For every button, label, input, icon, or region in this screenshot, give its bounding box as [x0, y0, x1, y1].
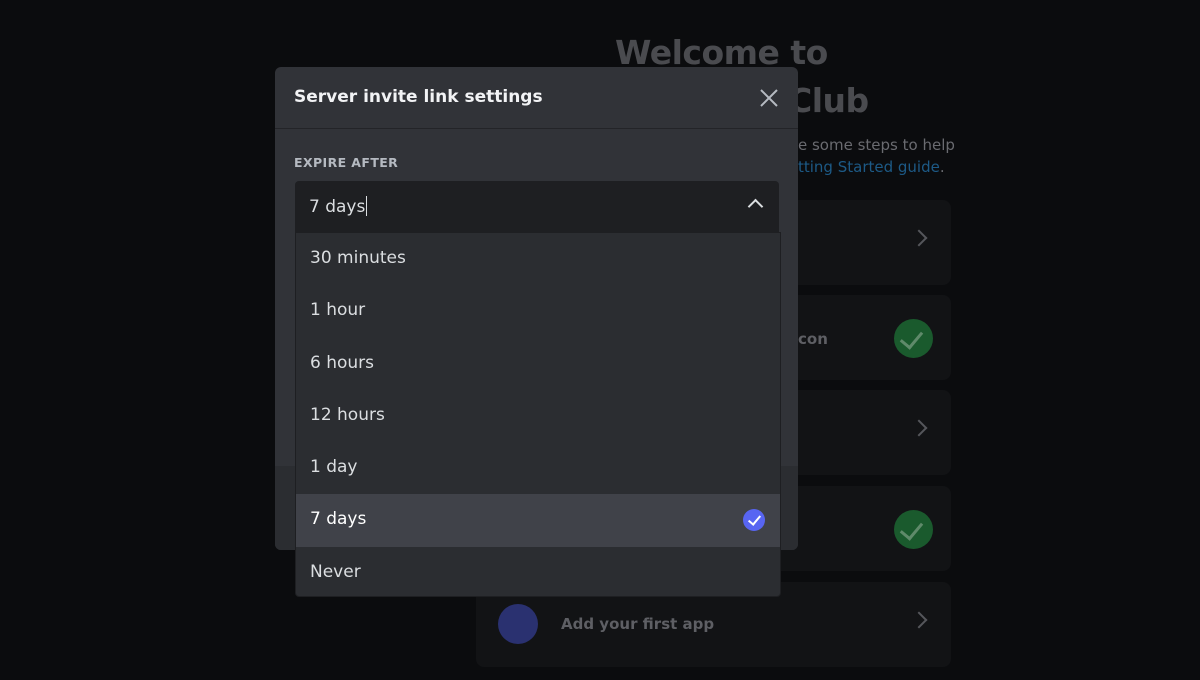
option-1-day[interactable]: 1 day — [296, 442, 780, 494]
welcome-title-server: Club — [788, 81, 869, 120]
expire-after-options: 30 minutes 1 hour 6 hours 12 hours 1 day… — [295, 232, 781, 597]
chevron-right-icon — [910, 611, 928, 629]
modal-header: Server invite link settings — [275, 67, 798, 129]
modal-title: Server invite link settings — [294, 87, 543, 107]
text-caret — [366, 196, 368, 216]
option-7-days[interactable]: 7 days — [296, 494, 780, 547]
getting-started-link[interactable]: tting Started guide — [798, 158, 940, 176]
option-1-hour[interactable]: 1 hour — [296, 285, 780, 337]
expire-after-label: EXPIRE AFTER — [294, 155, 399, 170]
expire-after-select[interactable]: 7 days — [295, 181, 779, 232]
app-icon — [498, 604, 538, 644]
option-30-minutes[interactable]: 30 minutes — [296, 233, 780, 285]
expire-after-value[interactable]: 7 days — [309, 197, 365, 217]
chevron-right-icon — [910, 419, 928, 437]
selected-check-icon — [743, 509, 765, 532]
check-circle-icon — [894, 319, 933, 358]
close-icon[interactable] — [758, 87, 780, 109]
check-circle-icon — [894, 510, 933, 549]
option-6-hours[interactable]: 6 hours — [296, 338, 780, 390]
welcome-subtitle: e some steps to help — [798, 136, 955, 154]
chevron-up-icon[interactable] — [747, 198, 764, 215]
option-12-hours[interactable]: 12 hours — [296, 390, 780, 442]
chevron-right-icon — [910, 229, 928, 247]
option-never[interactable]: Never — [296, 547, 780, 596]
